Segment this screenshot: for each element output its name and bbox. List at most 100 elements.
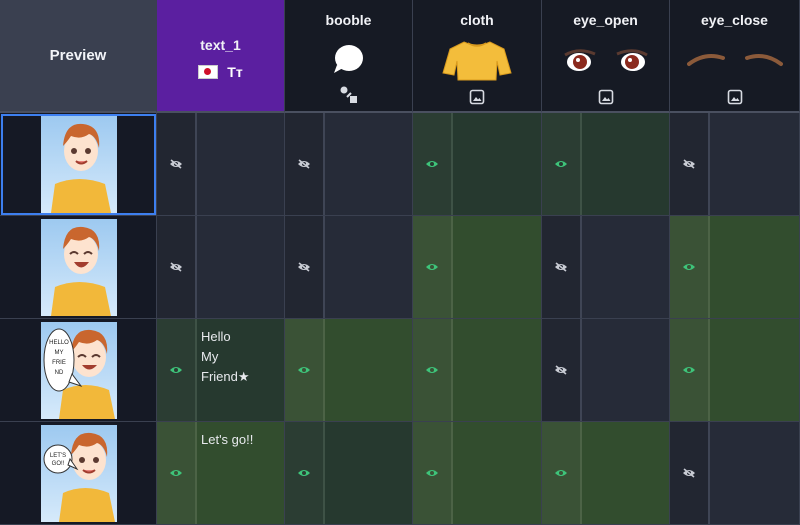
layer-cell[interactable] [413, 113, 542, 216]
preview-cell[interactable] [0, 216, 157, 319]
visibility-toggle[interactable] [285, 113, 325, 215]
character-preview [41, 219, 117, 316]
layer-cell[interactable]: Hello My Friend★ [157, 319, 285, 422]
japan-flag-icon[interactable] [198, 65, 219, 79]
eye-visible-icon [426, 264, 438, 270]
eye-visible-icon [555, 161, 567, 167]
character-preview: LET'S GO!! [41, 425, 117, 522]
column-header-cloth[interactable]: cloth [413, 0, 542, 113]
eye-hidden-icon [683, 159, 695, 169]
layer-cell[interactable] [413, 422, 542, 525]
text-content[interactable]: Hello My Friend★ [201, 327, 250, 387]
sweater-thumbnail [413, 38, 541, 82]
visibility-toggle[interactable] [285, 319, 325, 421]
preview-cell[interactable] [0, 113, 157, 216]
visibility-toggle[interactable] [670, 113, 710, 215]
visibility-toggle[interactable] [413, 422, 453, 524]
open-eyes-thumbnail [542, 38, 669, 82]
layer-cell[interactable] [285, 319, 413, 422]
preview-cell[interactable]: HELLO MY FRIE ND [0, 319, 157, 422]
eye-hidden-icon [298, 262, 310, 272]
svg-text:HELLO: HELLO [49, 340, 69, 346]
visibility-toggle[interactable] [157, 113, 197, 215]
column-header-booble[interactable]: booble [285, 0, 413, 113]
layer-cell[interactable] [542, 319, 670, 422]
preview-label: Preview [49, 47, 107, 64]
column-header-eye_close[interactable]: eye_close [670, 0, 800, 113]
visibility-toggle[interactable] [542, 113, 582, 215]
boy-with-small-bubble-image: LET'S GO!! [43, 432, 115, 522]
visibility-toggle[interactable] [542, 422, 582, 524]
character-preview [41, 116, 117, 213]
svg-text:GO!!: GO!! [52, 461, 65, 467]
visibility-toggle[interactable] [542, 216, 582, 318]
image-type-icon [469, 89, 485, 105]
visibility-toggle[interactable] [285, 216, 325, 318]
svg-text:FRIE: FRIE [52, 360, 66, 366]
visibility-toggle[interactable] [157, 422, 197, 524]
layer-grid: Preview text_1 Tт booble cloth eye_open … [0, 0, 800, 525]
visibility-toggle[interactable] [413, 319, 453, 421]
visibility-toggle[interactable] [157, 216, 197, 318]
layer-cell[interactable] [285, 216, 413, 319]
eye-hidden-icon [555, 262, 567, 272]
eye-visible-icon [683, 367, 695, 373]
visibility-toggle[interactable] [413, 216, 453, 318]
eye-visible-icon [683, 264, 695, 270]
boy-laughing-image [51, 226, 111, 316]
column-header-text_1[interactable]: text_1 Tт [157, 0, 285, 113]
eye-hidden-icon [170, 159, 182, 169]
layer-cell[interactable] [542, 113, 670, 216]
layer-cell[interactable] [413, 319, 542, 422]
svg-text:ND: ND [55, 370, 64, 376]
closed-eyes-thumbnail [670, 38, 799, 82]
visibility-toggle[interactable] [413, 113, 453, 215]
visibility-toggle[interactable] [285, 422, 325, 524]
layer-cell[interactable] [542, 422, 670, 525]
eye-hidden-icon [555, 365, 567, 375]
eye-visible-icon [298, 367, 310, 373]
eye-visible-icon [298, 470, 310, 476]
eye-visible-icon [170, 470, 182, 476]
column-title: eye_close [701, 12, 768, 28]
layer-cell[interactable] [670, 113, 800, 216]
column-title: text_1 [200, 37, 241, 53]
layer-cell[interactable] [285, 113, 413, 216]
eye-hidden-icon [298, 159, 310, 169]
visibility-toggle[interactable] [670, 422, 710, 524]
layer-cell[interactable] [670, 216, 800, 319]
column-title: booble [325, 12, 372, 28]
eye-hidden-icon [170, 262, 182, 272]
layer-cell[interactable] [413, 216, 542, 319]
boy-smiling-image [51, 123, 111, 213]
eye-visible-icon [555, 470, 567, 476]
visibility-toggle[interactable] [542, 319, 582, 421]
preview-header: Preview [0, 0, 157, 113]
image-type-icon [727, 89, 742, 105]
column-title: eye_open [573, 12, 638, 28]
column-header-eye_open[interactable]: eye_open [542, 0, 670, 113]
character-preview: HELLO MY FRIE ND [41, 322, 117, 419]
closed-eyes-icon [686, 54, 783, 66]
open-eyes-icon [563, 49, 648, 71]
layer-cell[interactable] [157, 216, 285, 319]
text-content[interactable]: Let's go!! [201, 430, 253, 450]
visibility-toggle[interactable] [670, 319, 710, 421]
eye-hidden-icon [683, 468, 695, 478]
speech-bubble-icon [333, 45, 363, 73]
layer-cell[interactable] [670, 319, 800, 422]
visibility-toggle[interactable] [670, 216, 710, 318]
eye-visible-icon [426, 470, 438, 476]
layer-cell[interactable] [542, 216, 670, 319]
eye-visible-icon [170, 367, 182, 373]
preview-cell[interactable]: LET'S GO!! [0, 422, 157, 525]
eye-visible-icon [426, 161, 438, 167]
column-title: cloth [460, 12, 494, 28]
layer-cell[interactable] [285, 422, 413, 525]
layer-cell[interactable]: Let's go!! [157, 422, 285, 525]
shape-type-icon [340, 86, 357, 103]
speech-bubble-thumbnail [285, 38, 412, 82]
visibility-toggle[interactable] [157, 319, 197, 421]
layer-cell[interactable] [157, 113, 285, 216]
layer-cell[interactable] [670, 422, 800, 525]
